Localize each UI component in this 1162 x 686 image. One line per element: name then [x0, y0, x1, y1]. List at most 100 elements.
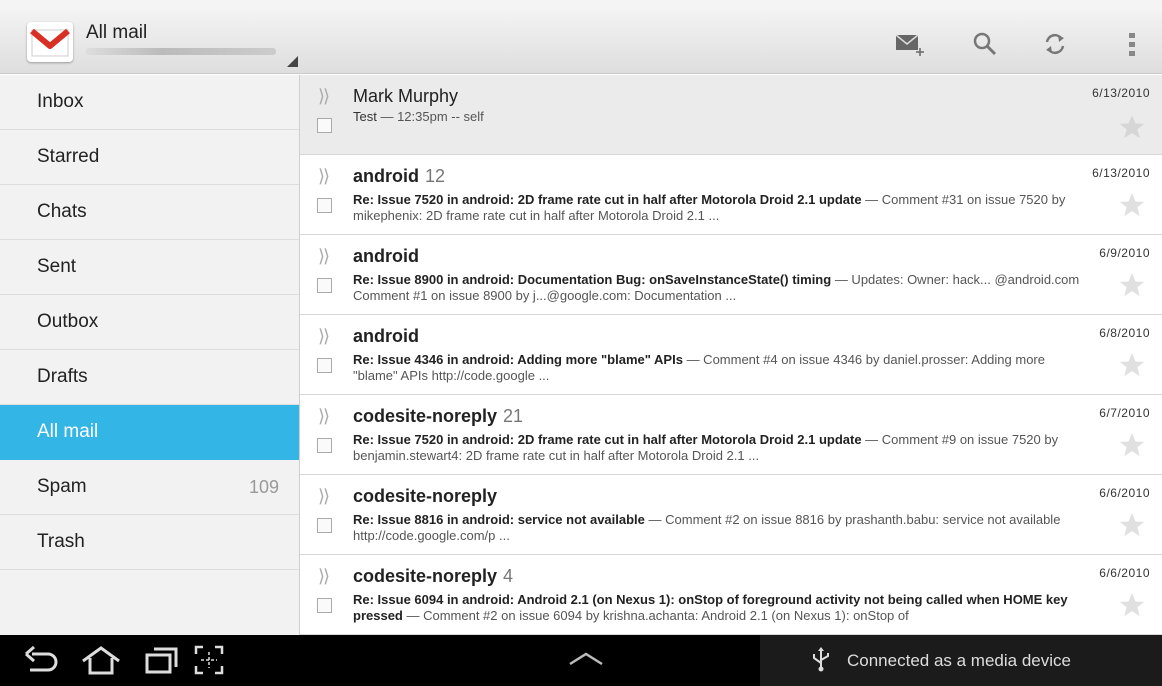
expand-chevron-icon[interactable] [566, 649, 606, 669]
sender-name: codesite-noreply [353, 406, 498, 426]
sidebar-item-inbox[interactable]: Inbox [0, 75, 299, 130]
gmail-envelope-icon [30, 28, 70, 57]
usb-icon [813, 647, 829, 672]
message-snippet: — 12:35pm -- self [376, 109, 484, 124]
message-sender: codesite-noreply [353, 486, 503, 507]
importance-marker-icon[interactable]: ⟩⟩ [318, 166, 330, 187]
message-snippet: — Comment #2 on issue 6094 by krishna.ac… [402, 608, 909, 623]
message-row[interactable]: ⟩⟩ codesite-noreply 6/6/2010 Re: Issue 8… [300, 475, 1162, 555]
gmail-logo[interactable] [27, 22, 73, 62]
screenshot-icon[interactable] [192, 643, 226, 677]
importance-marker-icon[interactable]: ⟩⟩ [318, 486, 330, 507]
message-date: 6/6/2010 [1099, 566, 1150, 580]
system-navigation-bar: Connected as a media device [0, 635, 1162, 686]
message-checkbox[interactable] [317, 358, 332, 373]
message-preview: Re: Issue 7520 in android: 2D frame rate… [353, 432, 1083, 464]
star-icon[interactable] [1118, 351, 1146, 379]
sidebar-item-spam[interactable]: Spam 109 [0, 460, 299, 515]
page-title: All mail [86, 22, 148, 43]
message-date: 6/8/2010 [1099, 326, 1150, 340]
message-checkbox[interactable] [317, 278, 332, 293]
star-icon[interactable] [1118, 511, 1146, 539]
message-sender: codesite-noreply 4 [353, 566, 513, 587]
sender-name: android [353, 246, 419, 266]
sender-name: android [353, 166, 419, 186]
sidebar-item-drafts[interactable]: Drafts [0, 350, 299, 405]
message-subject: Re: Issue 4346 in android: Adding more "… [353, 352, 683, 367]
message-date: 6/6/2010 [1099, 486, 1150, 500]
message-subject: Re: Issue 8900 in android: Documentation… [353, 272, 832, 287]
message-date: 6/13/2010 [1092, 166, 1150, 180]
thread-count: 4 [503, 566, 514, 586]
message-row[interactable]: ⟩⟩ codesite-noreply 4 6/6/2010 Re: Issue … [300, 555, 1162, 635]
message-row[interactable]: ⟩⟩ Mark Murphy 6/13/2010 Test — 12:35pm … [300, 75, 1162, 155]
overflow-menu-icon[interactable] [1117, 28, 1147, 60]
sidebar-item-label: Starred [37, 146, 100, 167]
importance-marker-icon[interactable]: ⟩⟩ [318, 326, 330, 347]
thread-count: 21 [503, 406, 524, 426]
message-checkbox[interactable] [317, 438, 332, 453]
sidebar-item-label: All mail [37, 421, 99, 442]
message-row[interactable]: ⟩⟩ android 6/9/2010 Re: Issue 8900 in an… [300, 235, 1162, 315]
message-checkbox[interactable] [317, 198, 332, 213]
home-icon[interactable] [80, 643, 122, 677]
message-subject: Re: Issue 7520 in android: 2D frame rate… [353, 432, 862, 447]
account-switcher[interactable]: All mail [86, 22, 276, 55]
sidebar-item-label: Spam [37, 476, 87, 497]
sender-name: Mark Murphy [353, 86, 459, 106]
sidebar-item-label: Trash [37, 531, 85, 552]
message-sender: codesite-noreply 21 [353, 406, 523, 427]
message-subject: Test [353, 109, 377, 124]
sidebar-item-outbox[interactable]: Outbox [0, 295, 299, 350]
sender-name: android [353, 326, 419, 346]
back-icon[interactable] [22, 643, 62, 677]
message-preview: Re: Issue 8900 in android: Documentation… [353, 272, 1083, 304]
sidebar-item-label: Outbox [37, 311, 99, 332]
star-icon[interactable] [1118, 271, 1146, 299]
star-icon[interactable] [1118, 431, 1146, 459]
sidebar-item-label: Inbox [37, 91, 84, 112]
recent-apps-icon[interactable] [142, 643, 182, 677]
sidebar-item-trash[interactable]: Trash [0, 515, 299, 570]
message-row[interactable]: ⟩⟩ android 6/8/2010 Re: Issue 4346 in an… [300, 315, 1162, 395]
sidebar-item-chats[interactable]: Chats [0, 185, 299, 240]
star-icon[interactable] [1118, 113, 1146, 141]
message-checkbox[interactable] [317, 518, 332, 533]
message-preview: Test — 12:35pm -- self [353, 109, 1083, 125]
message-sender: Mark Murphy [353, 86, 464, 107]
sidebar-item-all-mail[interactable]: All mail [0, 405, 299, 460]
notification-text: Connected as a media device [847, 651, 1071, 670]
sidebar-item-label: Drafts [37, 366, 88, 387]
refresh-icon[interactable] [1040, 28, 1070, 60]
message-preview: Re: Issue 6094 in android: Android 2.1 (… [353, 592, 1083, 624]
message-row[interactable]: ⟩⟩ android 12 6/13/2010 Re: Issue 7520 in… [300, 155, 1162, 235]
sidebar-item-label: Sent [37, 256, 77, 277]
message-date: 6/9/2010 [1099, 246, 1150, 260]
message-sender: android [353, 326, 425, 347]
notification-area[interactable]: Connected as a media device [760, 635, 1162, 686]
sidebar-item-starred[interactable]: Starred [0, 130, 299, 185]
message-date: 6/7/2010 [1099, 406, 1150, 420]
sidebar-item-label: Chats [37, 201, 87, 222]
sender-name: codesite-noreply [353, 566, 498, 586]
thread-count: 12 [425, 166, 446, 186]
message-subject: Re: Issue 8816 in android: service not a… [353, 512, 645, 527]
message-preview: Re: Issue 7520 in android: 2D frame rate… [353, 192, 1083, 224]
star-icon[interactable] [1118, 191, 1146, 219]
top-gap [0, 0, 1162, 10]
message-list: ⟩⟩ Mark Murphy 6/13/2010 Test — 12:35pm … [300, 75, 1162, 635]
message-row[interactable]: ⟩⟩ codesite-noreply 21 6/7/2010 Re: Issue… [300, 395, 1162, 475]
importance-marker-icon[interactable]: ⟩⟩ [318, 406, 330, 427]
importance-marker-icon[interactable]: ⟩⟩ [318, 566, 330, 587]
star-icon[interactable] [1118, 591, 1146, 619]
dropdown-indicator-icon[interactable] [287, 56, 298, 67]
importance-marker-icon[interactable]: ⟩⟩ [318, 86, 330, 107]
importance-marker-icon[interactable]: ⟩⟩ [318, 246, 330, 267]
message-subject: Re: Issue 7520 in android: 2D frame rate… [353, 192, 862, 207]
message-checkbox[interactable] [317, 118, 332, 133]
sidebar-item-sent[interactable]: Sent [0, 240, 299, 295]
message-checkbox[interactable] [317, 598, 332, 613]
message-preview: Re: Issue 4346 in android: Adding more "… [353, 352, 1083, 384]
search-icon[interactable] [970, 28, 1000, 60]
compose-icon[interactable] [895, 28, 925, 60]
